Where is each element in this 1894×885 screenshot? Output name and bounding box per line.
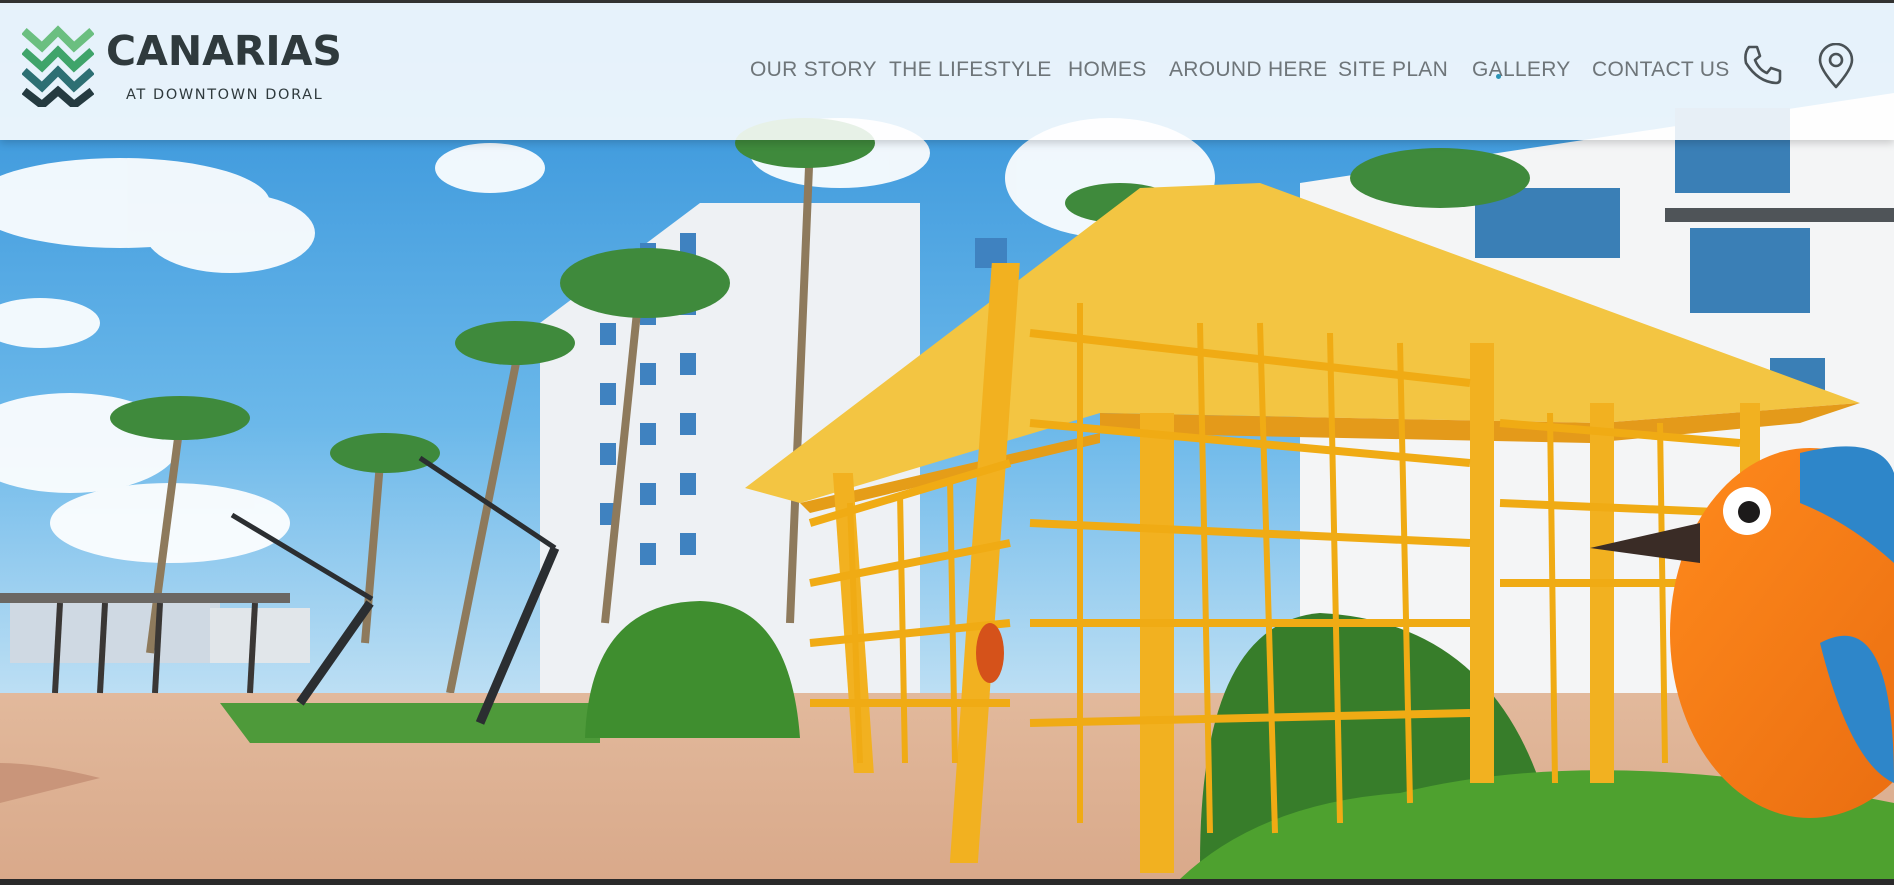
brand-name: CANARIAS	[106, 27, 342, 75]
bottom-border	[0, 879, 1894, 885]
nav-homes[interactable]: HOMES	[1068, 59, 1147, 80]
nav-gallery[interactable]: GALLERY	[1472, 59, 1571, 80]
nav-around-here[interactable]: AROUND HERE	[1169, 59, 1327, 80]
phone-icon[interactable]	[1740, 43, 1784, 87]
canarias-chevron-logo-icon	[22, 25, 94, 107]
active-indicator-dot	[1496, 74, 1501, 79]
nav-contact-us[interactable]: CONTACT US	[1592, 59, 1730, 80]
location-pin-icon[interactable]	[1816, 43, 1856, 89]
brand-tagline: AT DOWNTOWN DORAL	[126, 87, 324, 103]
nav-our-story[interactable]: OUR STORY	[750, 59, 877, 80]
nav-the-lifestyle[interactable]: THE LIFESTYLE	[889, 59, 1052, 80]
site-header: CANARIAS AT DOWNTOWN DORAL OUR STORY THE…	[0, 3, 1894, 140]
nav-site-plan[interactable]: SITE PLAN	[1338, 59, 1448, 80]
